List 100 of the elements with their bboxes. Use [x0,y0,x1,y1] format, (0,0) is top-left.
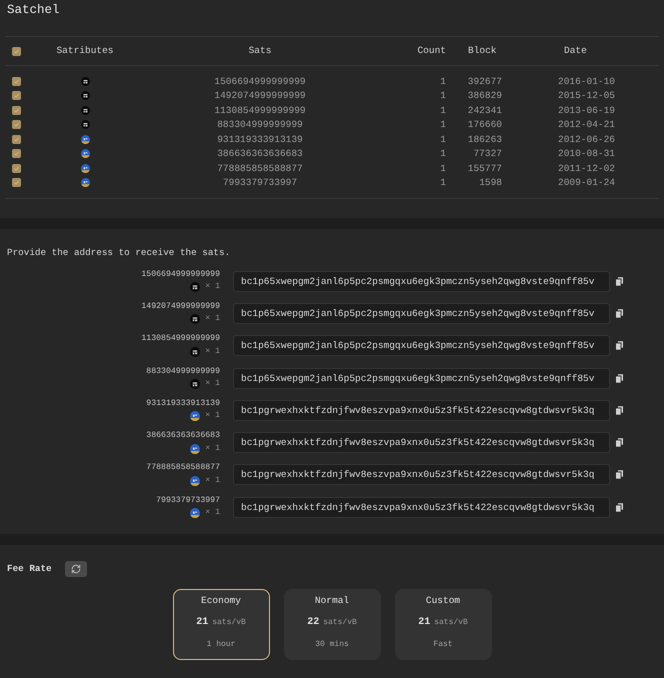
page-title: Satchel [7,4,60,16]
sats-cell: 778885858588877 [217,164,303,173]
count-cell: 1 [440,76,446,86]
coin-icon [190,282,200,292]
count-cell: 1 [440,106,446,115]
column-header: Satributes [56,44,114,58]
copy-icon[interactable] [616,502,623,512]
address-field[interactable]: bc1p65xwepgm2janl6p5pc2psmgqxu6egk3pmczn5yseh2qwg8vste9qnff85v [233,270,610,292]
fee-rate-value: 21 [196,616,208,629]
instruction-text: Provide the address to receive the sats. [7,248,230,258]
coin-icon [80,91,90,100]
address-field[interactable]: bc1p65xwepgm2janl6p5pc2psmgqxu6egk3pmczn5yseh2qwg8vste9qnff85v [233,368,610,389]
quantity-label: × 1 [205,474,220,487]
address-field[interactable]: bc1pgrwexhxktfzdnjfwv8eszvpa9xnx0u5z3fk5t422escqvw8gtdwsvr5k3q [233,496,610,518]
block-cell: 386829 [468,91,502,100]
copy-icon[interactable] [616,276,623,286]
fee-option-name: Custom [426,594,460,607]
fee-time: 1 hour [206,638,236,651]
count-cell: 1 [440,120,446,130]
quantity-label: × 1 [205,281,220,294]
refresh-button[interactable] [64,560,87,577]
coin-icon [80,120,90,130]
block-cell: 186263 [468,134,502,144]
split-coin-icon [80,178,90,188]
sats-cell: 1506694999999999 [214,76,306,86]
address-field[interactable]: bc1pgrwexhxktfzdnjfwv8eszvpa9xnx0u5z3fk5t422escqvw8gtdwsvr5k3q [233,432,610,454]
sats-amount: 931319333913139 [146,398,220,410]
count-cell: 1 [440,164,446,173]
block-cell: 77327 [473,149,502,158]
fee-rate-unit: sats/vB [212,616,246,629]
sats-amount: 1492074999999999 [141,300,220,313]
date-cell: 2010-08-31 [558,149,616,158]
quantity-label: × 1 [205,346,220,358]
sats-cell: 7993379733997 [222,178,298,188]
block-cell: 392677 [468,76,502,86]
refresh-icon [70,564,81,574]
split-coin-icon [190,508,200,518]
checkbox[interactable] [12,178,21,188]
quantity-label: × 1 [205,507,220,520]
block-cell: 176660 [468,120,502,130]
sats-amount: 7993379733997 [156,494,220,507]
sats-cell: 386636363636683 [217,149,303,158]
date-cell: 2012-06-26 [558,134,616,144]
coin-icon [190,379,200,390]
column-header: Block [468,44,497,58]
fee-option-card[interactable]: Economy 21 sats/vB 1 hour [172,588,270,660]
checkbox[interactable] [12,91,21,100]
fee-rate-value: 22 [307,616,320,629]
fee-option-card[interactable]: Custom 21 sats/vB Fast [394,588,492,660]
address-field[interactable]: bc1pgrwexhxktfzdnjfwv8eszvpa9xnx0u5z3fk5t422escqvw8gtdwsvr5k3q [233,400,610,421]
sats-amount: 883304999999999 [146,366,220,378]
checkbox[interactable] [12,46,21,56]
sats-amount: 1506694999999999 [141,268,220,281]
coin-icon [80,106,90,115]
copy-icon[interactable] [616,438,623,448]
sats-amount: 386636363636683 [146,430,220,442]
checkbox[interactable] [12,76,21,86]
address-field[interactable]: bc1pgrwexhxktfzdnjfwv8eszvpa9xnx0u5z3fk5t422escqvw8gtdwsvr5k3q [233,464,610,486]
copy-icon[interactable] [616,470,623,480]
fee-rate-value: 21 [418,616,430,629]
copy-icon[interactable] [616,308,623,318]
fee-rate-unit: sats/vB [323,616,357,629]
copy-icon[interactable] [616,341,623,350]
coin-icon [80,76,90,86]
split-coin-icon [190,411,200,422]
split-coin-icon [190,476,200,486]
fee-option-card[interactable]: Normal 22 sats/vB 30 mins [284,588,380,660]
split-coin-icon [80,149,90,158]
quantity-label: × 1 [205,410,220,422]
checkbox[interactable] [12,120,21,130]
coin-icon [190,346,200,357]
fee-time: 30 mins [315,638,349,651]
fee-time: Fast [433,638,453,651]
copy-icon[interactable] [616,374,623,383]
checkbox[interactable] [12,106,21,115]
split-coin-icon [190,444,200,454]
date-cell: 2011-12-02 [558,164,616,173]
fee-rate-unit: sats/vB [434,616,468,629]
sats-cell: 1130854999999999 [214,106,306,115]
sats-amount: 778885858588877 [146,462,220,474]
block-cell: 155777 [468,164,502,173]
column-header: Sats [248,44,272,58]
address-field[interactable]: bc1p65xwepgm2janl6p5pc2psmgqxu6egk3pmczn5yseh2qwg8vste9qnff85v [233,302,610,324]
block-cell: 242341 [468,106,502,115]
block-cell: 1598 [479,178,502,188]
date-cell: 2013-06-19 [558,106,616,115]
count-cell: 1 [440,149,446,158]
sats-amount: 1130854999999999 [141,333,220,346]
column-header: Count [417,44,446,58]
fee-option-name: Economy [201,594,241,607]
date-cell: 2015-12-05 [558,91,616,100]
count-cell: 1 [440,178,446,188]
split-coin-icon [80,134,90,144]
copy-icon[interactable] [616,406,623,415]
section-label: Fee Rate [7,564,52,574]
checkbox[interactable] [12,134,21,144]
address-field[interactable]: bc1p65xwepgm2janl6p5pc2psmgqxu6egk3pmczn5yseh2qwg8vste9qnff85v [233,335,610,356]
count-cell: 1 [440,134,446,144]
checkbox[interactable] [12,164,21,173]
checkbox[interactable] [12,149,21,158]
